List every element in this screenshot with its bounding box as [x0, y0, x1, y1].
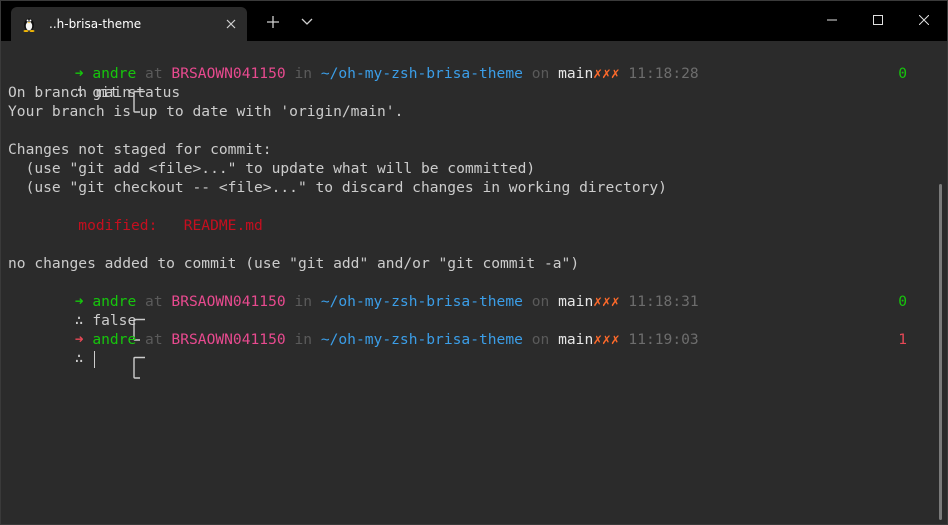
plus-icon [267, 16, 279, 28]
prompt-line: ➜ andre at BRSAOWN041150 in ~/oh-my-zsh-… [8, 273, 699, 330]
tab-terminal[interactable]: ..h-brisa-theme [11, 7, 247, 41]
minimize-icon [827, 19, 837, 21]
exit-code: 0 [898, 293, 907, 310]
prompt-time: 11:18:31 [628, 293, 699, 310]
prompt-in: in [294, 65, 313, 82]
prompt-at: at [145, 331, 163, 348]
prompt-user: andre [92, 331, 137, 348]
maximize-button[interactable] [855, 1, 901, 39]
maximize-icon [873, 15, 883, 25]
prompt-corner-bottom-icon [61, 349, 141, 379]
output-line: no changes added to commit (use "git add… [8, 255, 580, 272]
output-line: (use "git add <file>..." to update what … [8, 160, 536, 177]
prompt-in: in [294, 293, 313, 310]
text-cursor[interactable] [94, 350, 96, 368]
prompt-time: 11:18:28 [628, 65, 699, 82]
modified-line: modified: README.md [8, 216, 263, 235]
tux-icon [21, 16, 37, 32]
prompt-path: ~/oh-my-zsh-brisa-theme [320, 331, 523, 348]
profile-dropdown-button[interactable] [297, 12, 317, 32]
close-icon [919, 15, 929, 25]
tab-title: ..h-brisa-theme [49, 17, 142, 31]
prompt-at: at [145, 293, 163, 310]
prompt-branch: main [558, 331, 594, 348]
prompt-branch: main [558, 293, 594, 310]
prompt-dirty-marks: ✗✗✗ [593, 293, 620, 310]
prompt-line: ➜ andre at BRSAOWN041150 in ~/oh-my-zsh-… [8, 311, 699, 368]
prompt-path: ~/oh-my-zsh-brisa-theme [320, 293, 523, 310]
prompt-symbol: ∴ [74, 350, 84, 367]
prompt-on: on [531, 293, 550, 310]
prompt-host: BRSAOWN041150 [171, 65, 286, 82]
prompt-line: ➜ andre at BRSAOWN041150 in ~/oh-my-zsh-… [8, 45, 699, 102]
output-line: On branch main [8, 84, 132, 101]
output-line: Your branch is up to date with 'origin/m… [8, 103, 404, 120]
terminal-window: ..h-brisa-theme ➜ andre at BRSAOWN041150… [0, 0, 948, 525]
modified-label: modified: [78, 217, 158, 234]
prompt-time: 11:19:03 [628, 331, 699, 348]
close-button[interactable] [901, 1, 947, 39]
prompt-branch: main [558, 65, 594, 82]
prompt-host: BRSAOWN041150 [171, 293, 286, 310]
command-line: ∴ [8, 330, 141, 379]
output-line: Changes not staged for commit: [8, 141, 272, 158]
prompt-dirty-marks: ✗✗✗ [593, 65, 620, 82]
prompt-host: BRSAOWN041150 [171, 331, 286, 348]
exit-code: 0 [898, 65, 907, 82]
scrollbar-thumb[interactable] [939, 184, 942, 520]
prompt-in: in [294, 331, 313, 348]
prompt-on: on [531, 65, 550, 82]
output-line: (use "git checkout -- <file>..." to disc… [8, 179, 667, 196]
command-line: ∴ false [8, 292, 141, 341]
exit-code: 1 [898, 331, 907, 348]
title-bar: ..h-brisa-theme [1, 1, 947, 41]
minimize-button[interactable] [809, 1, 855, 39]
new-tab-button[interactable] [263, 12, 283, 32]
modified-file: README.md [183, 217, 263, 234]
terminal-output[interactable]: ➜ andre at BRSAOWN041150 in ~/oh-my-zsh-… [1, 41, 931, 525]
chevron-down-icon [301, 18, 313, 25]
prompt-on: on [531, 331, 550, 348]
tab-close-icon[interactable] [221, 14, 241, 34]
command-line: ∴ git status [8, 64, 180, 113]
prompt-dirty-marks: ✗✗✗ [593, 331, 620, 348]
prompt-path: ~/oh-my-zsh-brisa-theme [320, 65, 523, 82]
